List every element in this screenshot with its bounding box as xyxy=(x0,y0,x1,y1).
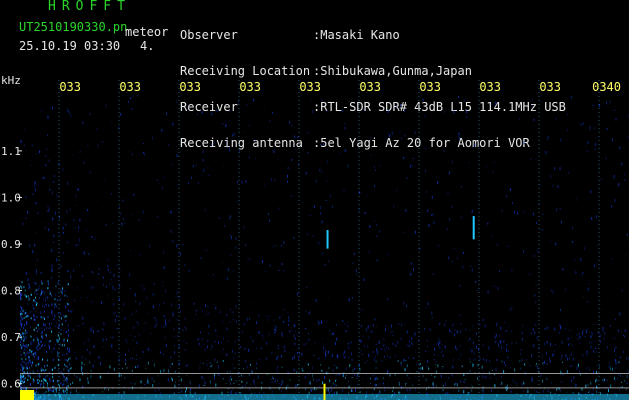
x-tick-label-2: 033 xyxy=(179,80,201,94)
x-tick-label-1: 033 xyxy=(119,80,141,94)
x-tick-label-6: 033 xyxy=(419,80,441,94)
x-tick-label-7: 033 xyxy=(479,80,501,94)
x-tick-label-5: 033 xyxy=(359,80,381,94)
spectrogram-noise xyxy=(20,95,629,400)
spectrogram-chart: kHz 1.1 1.0 0.9 0.8 0.7 0.6 033 033 033 033 033 033 0… xyxy=(1,74,629,400)
x-tick-label-0: 033 xyxy=(59,80,81,94)
x-tick-label-8: 033 xyxy=(539,80,561,94)
y-tick-label-5: 0.6 xyxy=(1,378,21,391)
carrier-strip xyxy=(34,394,629,400)
y-tick-label-0: 1.1 xyxy=(1,145,21,158)
y-tick-label-2: 0.9 xyxy=(1,238,21,251)
dc-signal-block xyxy=(20,390,34,400)
y-axis-unit: kHz xyxy=(1,74,21,87)
y-tick-label-1: 1.0 xyxy=(1,191,21,204)
x-tick-label-4: 033 xyxy=(299,80,321,94)
x-tick-label-9: 0340 xyxy=(592,80,621,94)
x-tick-label-3: 033 xyxy=(239,80,261,94)
y-tick-label-4: 0.7 xyxy=(1,331,21,344)
y-tick-label-3: 0.8 xyxy=(1,285,21,298)
low-frequency-band xyxy=(20,280,71,400)
